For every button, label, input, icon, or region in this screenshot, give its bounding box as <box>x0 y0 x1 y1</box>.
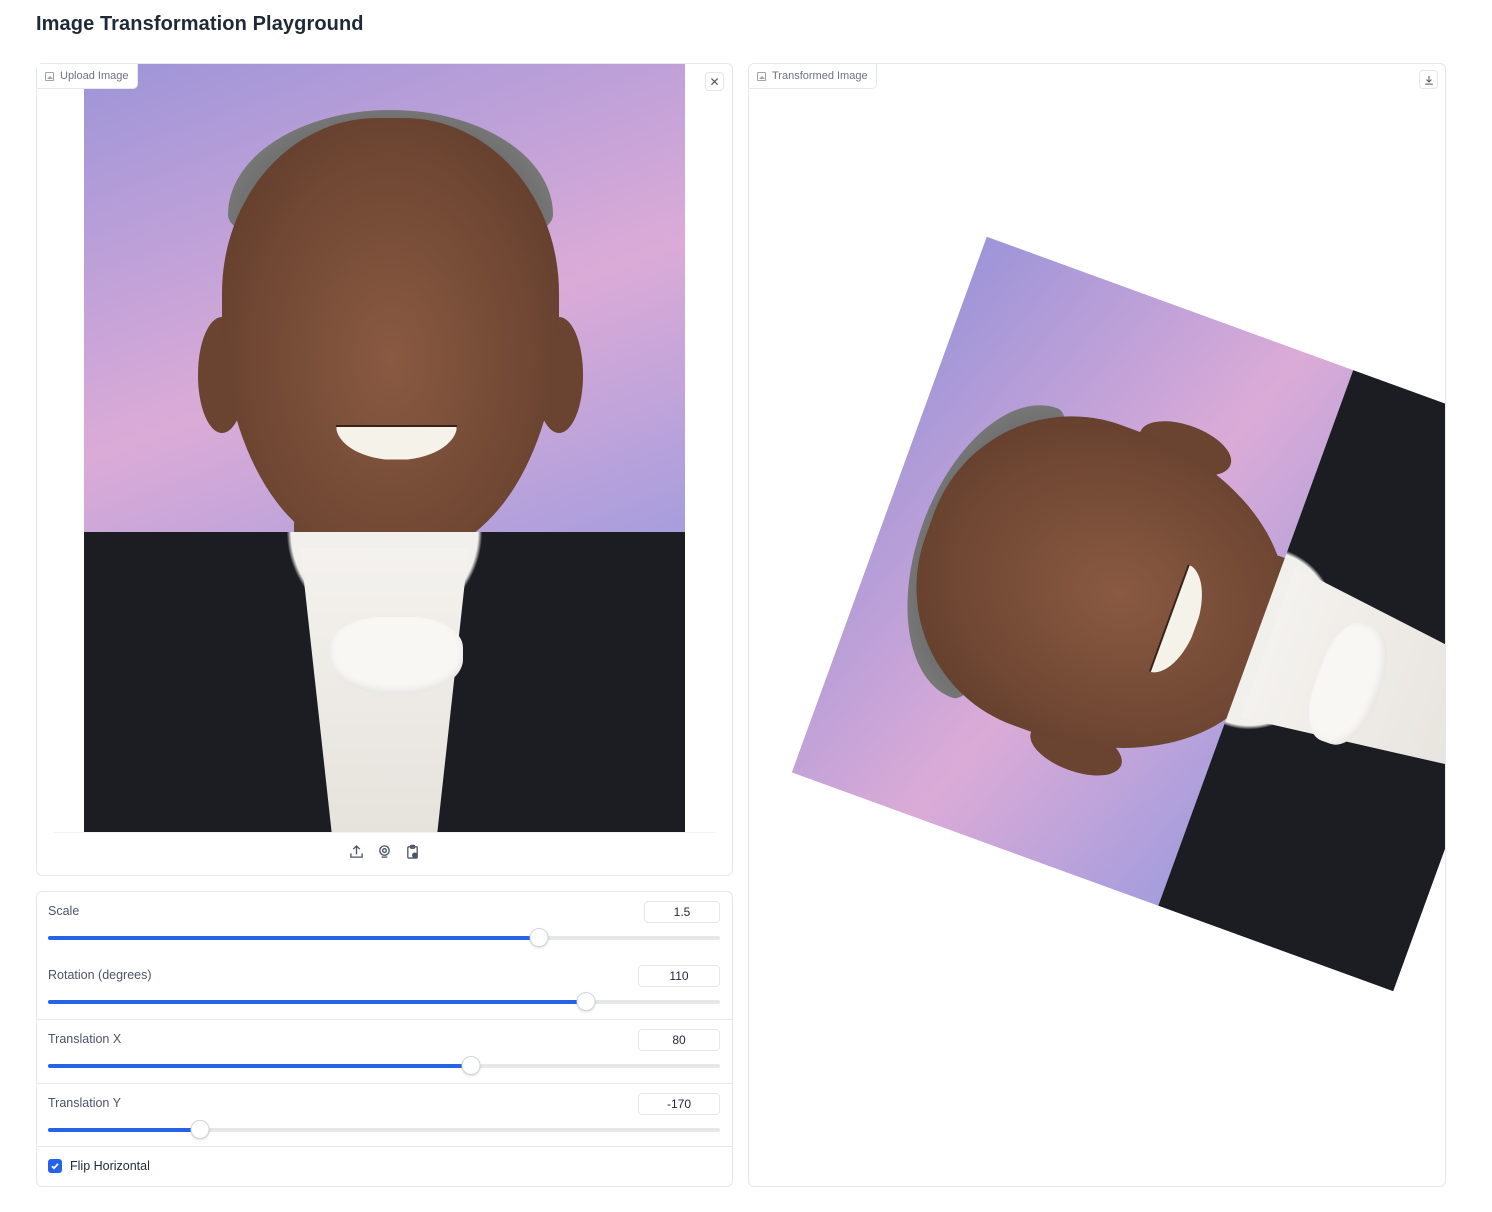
upload-image-label-text: Upload Image <box>60 70 129 82</box>
webcam-icon[interactable] <box>377 844 393 860</box>
upload-image-label: Upload Image <box>37 64 138 89</box>
clipboard-icon[interactable] <box>405 844 421 860</box>
upload-icon[interactable] <box>349 844 365 860</box>
scale-label: Scale <box>48 904 80 918</box>
translation-x-slider[interactable] <box>48 1056 720 1075</box>
transformed-image-label-text: Transformed Image <box>772 70 868 82</box>
uploaded-image <box>84 64 685 832</box>
image-source-toolbar <box>53 832 716 870</box>
rotation-slider-fill <box>48 1000 586 1004</box>
checkmark-icon <box>51 1163 59 1170</box>
translation-y-slider-fill <box>48 1128 200 1132</box>
scale-slider-group: Scale 1.5 <box>37 892 732 956</box>
rotation-number-input[interactable]: 110 <box>638 965 720 987</box>
flip-horizontal-checkbox-row[interactable]: Flip Horizontal <box>48 1159 150 1173</box>
scale-slider[interactable] <box>48 928 720 947</box>
controls-panel: Scale 1.5 Rotation (degrees) 110 Transla… <box>36 891 733 1187</box>
rotation-label: Rotation (degrees) <box>48 968 152 982</box>
rotation-slider[interactable] <box>48 992 720 1011</box>
scale-slider-fill <box>48 936 539 940</box>
translation-y-label: Translation Y <box>48 1096 121 1110</box>
translation-x-slider-fill <box>48 1064 472 1068</box>
flip-horizontal-checkbox[interactable] <box>48 1159 62 1173</box>
translation-y-slider[interactable] <box>48 1120 720 1139</box>
page-title: Image Transformation Playground <box>36 13 364 35</box>
translation-y-slider-group: Translation Y -170 <box>37 1084 732 1147</box>
clear-image-button[interactable]: ✕ <box>705 72 724 91</box>
scale-number-input[interactable]: 1.5 <box>644 901 720 923</box>
rotation-slider-thumb[interactable] <box>576 992 596 1011</box>
upload-image-panel[interactable]: Upload Image ✕ <box>36 63 733 876</box>
translation-x-slider-thumb[interactable] <box>461 1056 481 1075</box>
translation-x-label: Translation X <box>48 1032 122 1046</box>
rotation-slider-group: Rotation (degrees) 110 <box>37 956 732 1020</box>
translation-y-slider-thumb[interactable] <box>190 1120 210 1139</box>
translation-y-number-input[interactable]: -170 <box>638 1093 720 1115</box>
translation-x-number-input[interactable]: 80 <box>638 1029 720 1051</box>
download-icon <box>1424 75 1433 85</box>
image-icon <box>757 71 766 81</box>
flip-horizontal-group: Flip Horizontal <box>37 1147 732 1187</box>
scale-slider-thumb[interactable] <box>529 928 549 947</box>
transformed-image-panel: Transformed Image <box>748 63 1446 1187</box>
download-button[interactable] <box>1419 70 1438 89</box>
flip-horizontal-label: Flip Horizontal <box>70 1159 150 1173</box>
transformed-image <box>791 236 1445 992</box>
transformed-image-label: Transformed Image <box>749 64 877 89</box>
image-icon <box>45 71 54 81</box>
close-icon: ✕ <box>709 74 720 89</box>
translation-x-slider-group: Translation X 80 <box>37 1020 732 1084</box>
